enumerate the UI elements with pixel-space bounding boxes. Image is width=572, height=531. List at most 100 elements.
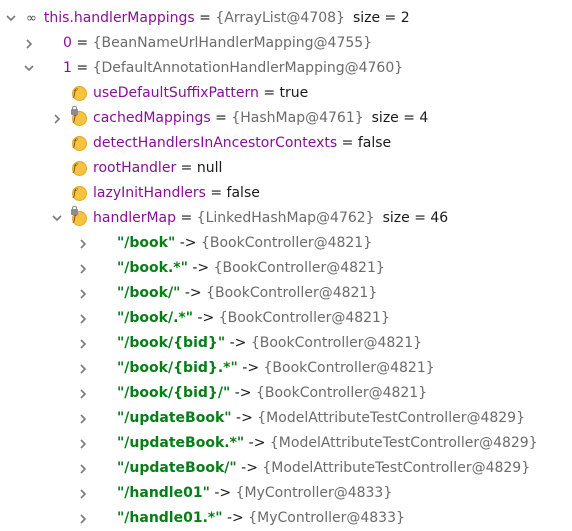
- chevron-right-icon[interactable]: [22, 31, 36, 56]
- object-reference: {BookController@4821}: [255, 385, 428, 401]
- tree-row[interactable]: "/updateBook/" -> {ModelAttributeTestCon…: [76, 456, 530, 481]
- object-reference: {BookController@4821}: [263, 360, 435, 376]
- watch-glasses-icon: ∞: [26, 11, 37, 26]
- chevron-down-icon[interactable]: [50, 206, 64, 231]
- variable-name: 0: [63, 35, 72, 51]
- list-entry-icon: [44, 63, 57, 74]
- field-icon: f: [72, 161, 87, 176]
- separator: =: [71, 60, 93, 76]
- list-entry-icon: [98, 338, 111, 349]
- tree-row[interactable]: f rootHandler = null: [50, 156, 222, 181]
- lock-icon: [71, 106, 78, 115]
- chevron-right-icon[interactable]: [76, 431, 90, 456]
- tree-row[interactable]: ∞ this.handlerMappings = {ArrayList@4708}…: [4, 6, 410, 31]
- tree-row[interactable]: "/book/{bid}" -> {BookController@4821}: [76, 331, 422, 356]
- map-key: "/handle01": [117, 485, 210, 501]
- chevron-down-icon[interactable]: [4, 6, 18, 31]
- map-key: "/updateBook.*": [117, 435, 245, 451]
- list-entry-icon: [44, 38, 57, 49]
- tree-row[interactable]: "/handle01.*" -> {MyController@4833}: [76, 506, 405, 531]
- list-entry-icon: [98, 438, 111, 449]
- tree-row[interactable]: 1 = {DefaultAnnotationHandlerMapping@476…: [22, 56, 403, 81]
- chevron-right-icon[interactable]: [76, 506, 90, 531]
- chevron-down-icon[interactable]: [22, 56, 36, 81]
- tree-row[interactable]: "/handle01" -> {MyController@4833}: [76, 481, 392, 506]
- variable-name: useDefaultSuffixPattern: [93, 85, 259, 101]
- tree-row[interactable]: f handlerMap = {LinkedHashMap@4762} size =…: [50, 206, 448, 231]
- separator: =: [210, 110, 232, 126]
- tree-row[interactable]: f lazyInitHandlers = false: [50, 181, 260, 206]
- separator: ->: [237, 360, 264, 376]
- object-reference: {DefaultAnnotationHandlerMapping@4760}: [92, 60, 404, 76]
- map-key: "/updateBook": [117, 410, 232, 426]
- tree-row[interactable]: "/book/.*" -> {BookController@4821}: [76, 306, 390, 331]
- field-icon: f: [72, 86, 87, 101]
- no-arrow-spacer: [50, 81, 64, 106]
- variable-name: rootHandler: [93, 160, 177, 176]
- separator: ->: [175, 235, 201, 251]
- no-arrow-spacer: [50, 156, 64, 181]
- map-key: "/book/{bid}/": [117, 385, 231, 401]
- separator: =: [71, 35, 93, 51]
- tree-row[interactable]: f detectHandlersInAncestorContexts = fals…: [50, 131, 391, 156]
- tree-row[interactable]: f cachedMappings = {HashMap@4761} size = 4: [50, 106, 428, 131]
- tree-row[interactable]: "/updateBook.*" -> {ModelAttributeTestCo…: [76, 431, 538, 456]
- map-key: "/book.*": [117, 260, 188, 276]
- separator: =: [205, 185, 227, 201]
- variable-name: cachedMappings: [93, 110, 211, 126]
- object-reference: {BookController@4821}: [213, 260, 385, 276]
- map-key: "/handle01.*": [117, 510, 223, 526]
- list-entry-icon: [98, 313, 111, 324]
- tree-row[interactable]: "/book" -> {BookController@4821}: [76, 231, 372, 256]
- separator: =: [176, 210, 197, 226]
- tree-row[interactable]: 0 = {BeanNameUrlHandlerMapping@4755}: [22, 31, 372, 56]
- separator: ->: [236, 460, 263, 476]
- variable-value: false: [357, 135, 392, 151]
- variable-name: 1: [63, 60, 72, 76]
- variable-name: detectHandlersInAncestorContexts: [93, 135, 338, 151]
- no-arrow-spacer: [50, 181, 64, 206]
- field-icon: f: [72, 186, 87, 201]
- chevron-right-icon[interactable]: [76, 456, 90, 481]
- object-reference: {ModelAttributeTestController@4829}: [262, 460, 531, 476]
- chevron-right-icon[interactable]: [76, 256, 90, 281]
- map-key: "/book/": [117, 285, 181, 301]
- chevron-right-icon[interactable]: [76, 406, 90, 431]
- separator: ->: [225, 335, 251, 351]
- chevron-right-icon[interactable]: [76, 381, 90, 406]
- object-reference: {BookController@4821}: [206, 285, 378, 301]
- list-entry-icon: [98, 388, 111, 399]
- object-reference: {BookController@4821}: [250, 335, 423, 351]
- map-key: "/book": [117, 235, 176, 251]
- object-reference: {ModelAttributeTestController@4829}: [257, 410, 525, 426]
- chevron-right-icon[interactable]: [76, 281, 90, 306]
- tree-row[interactable]: f useDefaultSuffixPattern = true: [50, 81, 308, 106]
- object-reference: {BeanNameUrlHandlerMapping@4755}: [92, 35, 373, 51]
- list-entry-icon: [98, 463, 111, 474]
- separator: =: [337, 135, 358, 151]
- tree-row[interactable]: "/book/{bid}.*" -> {BookController@4821}: [76, 356, 435, 381]
- separator: ->: [187, 260, 214, 276]
- list-entry-icon: [98, 488, 111, 499]
- chevron-right-icon[interactable]: [76, 481, 90, 506]
- object-reference: {MyController@4833}: [235, 485, 393, 501]
- tree-row[interactable]: "/book/{bid}/" -> {BookController@4821}: [76, 381, 427, 406]
- object-reference: {LinkedHashMap@4762}: [196, 210, 375, 226]
- chevron-right-icon[interactable]: [76, 331, 90, 356]
- tree-row[interactable]: "/updateBook" -> {ModelAttributeTestCont…: [76, 406, 525, 431]
- variable-value: true: [279, 85, 309, 101]
- map-key: "/book/.*": [117, 310, 194, 326]
- separator: =: [194, 10, 216, 26]
- chevron-right-icon[interactable]: [76, 306, 90, 331]
- chevron-right-icon[interactable]: [50, 106, 64, 131]
- list-entry-icon: [98, 363, 111, 374]
- chevron-right-icon[interactable]: [76, 356, 90, 381]
- list-entry-icon: [98, 238, 111, 249]
- no-arrow-spacer: [50, 131, 64, 156]
- tree-row[interactable]: "/book/" -> {BookController@4821}: [76, 281, 377, 306]
- field-private-icon: f: [71, 206, 87, 226]
- tree-row[interactable]: "/book.*" -> {BookController@4821}: [76, 256, 385, 281]
- object-reference: {BookController@4821}: [218, 310, 390, 326]
- list-entry-icon: [98, 513, 111, 524]
- chevron-right-icon[interactable]: [76, 231, 90, 256]
